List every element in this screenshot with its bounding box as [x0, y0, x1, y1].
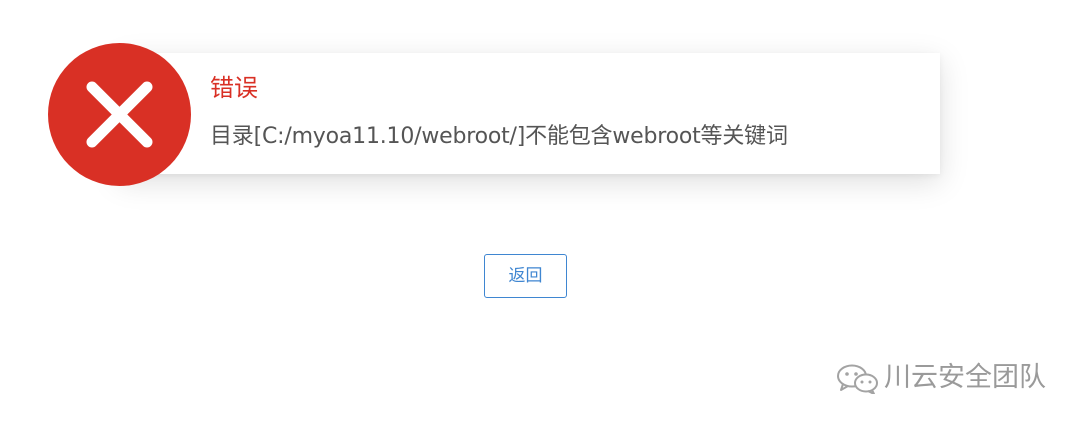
error-title: 错误	[210, 74, 258, 102]
error-card: 错误 目录[C:/myoa11.10/webroot/]不能包含webroot等…	[118, 53, 940, 174]
watermark-text: 川云安全团队	[884, 362, 1046, 393]
error-x-icon	[48, 43, 191, 186]
watermark: 川云安全团队	[836, 360, 1066, 396]
back-button[interactable]: 返回	[484, 254, 567, 298]
wechat-icon	[837, 364, 878, 394]
error-message: 目录[C:/myoa11.10/webroot/]不能包含webroot等关键词	[210, 124, 788, 149]
